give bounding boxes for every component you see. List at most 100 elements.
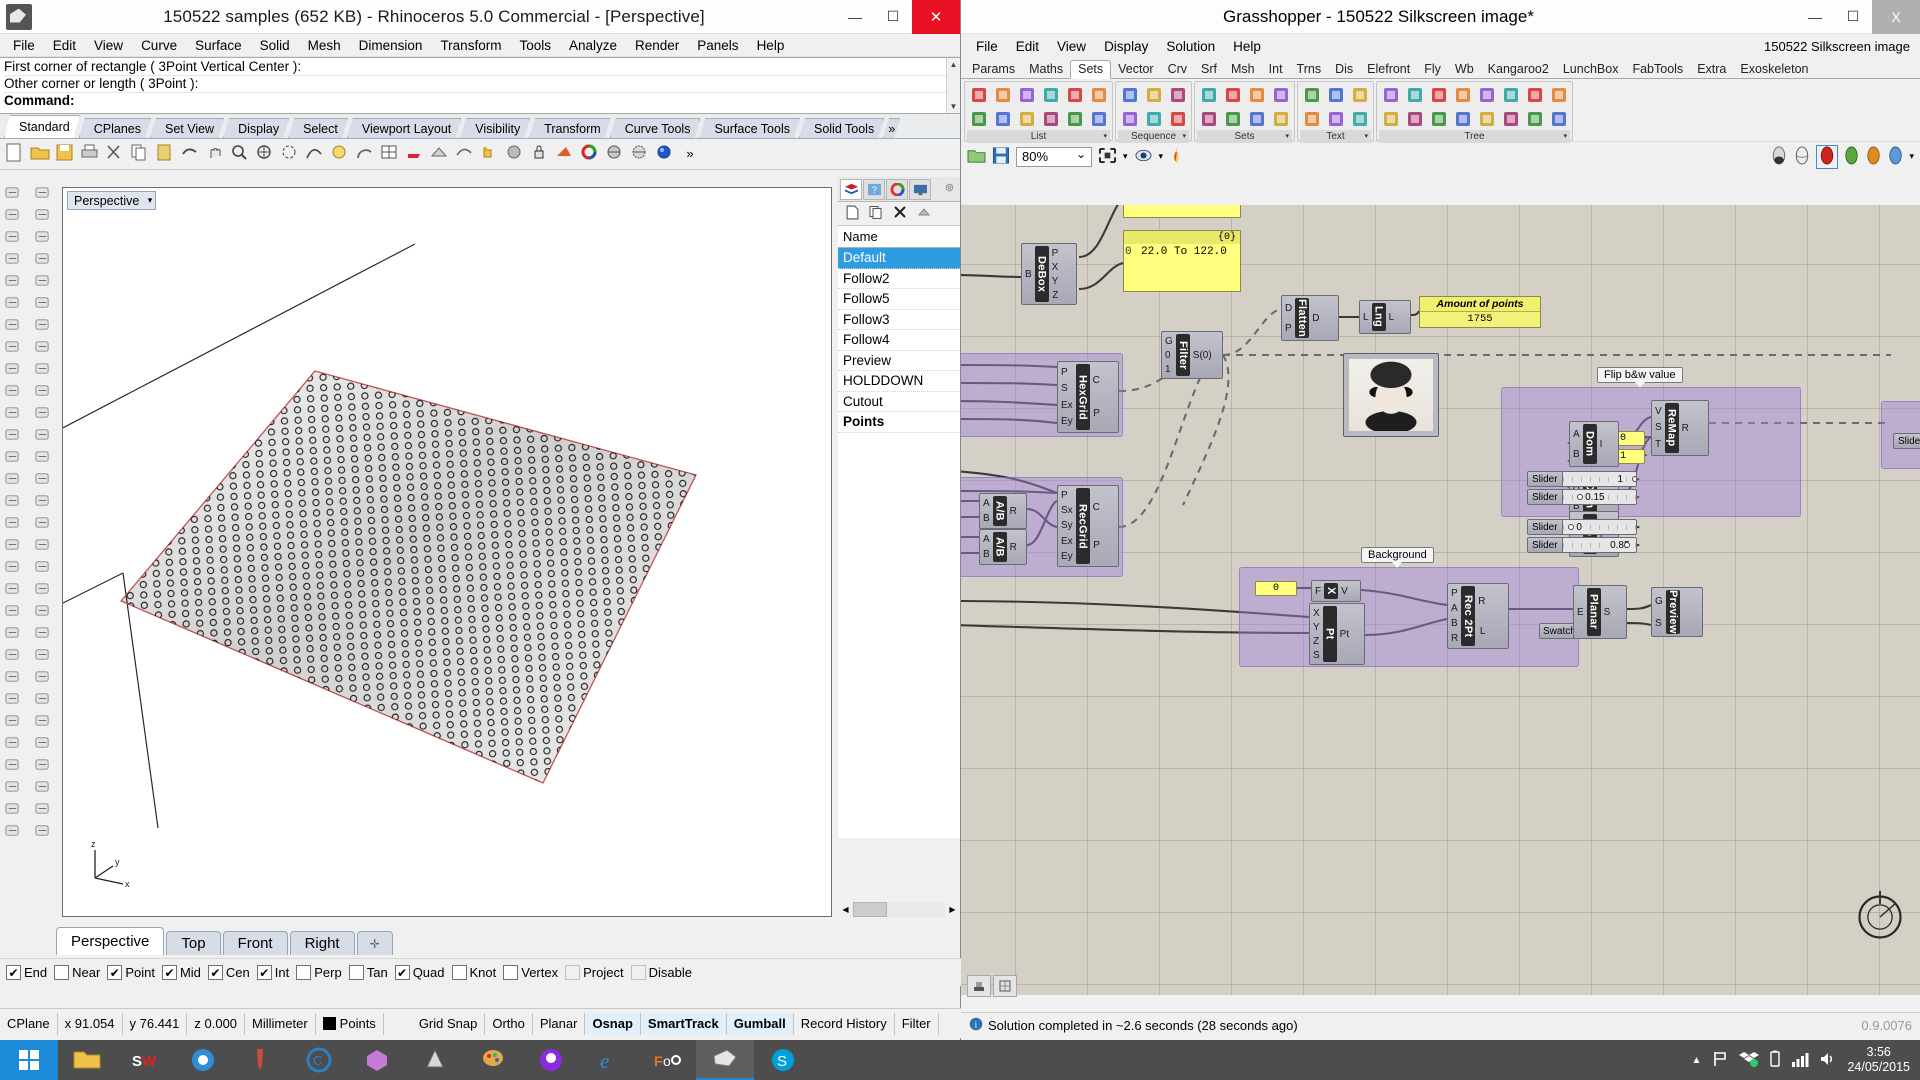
port-in-recgrid-p[interactable]: P xyxy=(1061,490,1068,501)
port-in-flatten-p[interactable]: P xyxy=(1285,323,1292,334)
viewport-tab-perspective[interactable]: Perspective xyxy=(56,927,164,955)
ribbon-sets-item-1-icon[interactable] xyxy=(1197,83,1220,106)
rhino-menu-view[interactable]: View xyxy=(85,36,132,55)
taskbar-skype-app[interactable]: S xyxy=(754,1040,812,1080)
rhino-menu-file[interactable]: File xyxy=(4,36,44,55)
export-icon[interactable] xyxy=(30,775,55,797)
port-in-pt-s[interactable]: S xyxy=(1313,650,1320,661)
polygon-icon[interactable] xyxy=(30,291,55,313)
gh-tab-wb[interactable]: Wb xyxy=(1448,61,1481,78)
rhino-menu-render[interactable]: Render xyxy=(626,36,688,55)
scale-icon[interactable] xyxy=(0,533,25,555)
layer-row-cutout[interactable]: Cutout xyxy=(838,392,960,413)
osnap-checkbox-knot[interactable] xyxy=(452,965,467,980)
port-in-remap-t[interactable]: T xyxy=(1655,439,1661,450)
taskbar-solidworks[interactable]: SW xyxy=(116,1040,174,1080)
taskbar-file-explorer[interactable] xyxy=(58,1040,116,1080)
port-in-recgrid-ex[interactable]: Ex xyxy=(1061,536,1073,547)
port-in-ab2-a[interactable]: A xyxy=(983,534,990,545)
cut-icon[interactable] xyxy=(103,142,127,166)
osnap-checkbox-end[interactable]: ✔ xyxy=(6,965,21,980)
port-out-remap-r[interactable]: R xyxy=(1682,423,1689,434)
osnap-checkbox-int[interactable]: ✔ xyxy=(257,965,272,980)
port-in-filter-g[interactable]: G xyxy=(1165,336,1173,347)
widget-icon[interactable] xyxy=(967,975,991,997)
layer-row-follow3[interactable]: Follow3 xyxy=(838,310,960,331)
sphere-icon[interactable] xyxy=(503,142,527,166)
macro-icon[interactable] xyxy=(30,797,55,819)
rhino-toolbar-overflow[interactable]: » xyxy=(883,118,900,138)
new-file-icon[interactable] xyxy=(3,142,27,166)
gh-tab-srf[interactable]: Srf xyxy=(1194,61,1224,78)
osnap-checkbox-perp[interactable] xyxy=(296,965,311,980)
ribbon-tree-item-2-icon[interactable] xyxy=(1379,107,1402,130)
port-in-pt-x[interactable]: X xyxy=(1313,608,1320,619)
gh-menu-edit[interactable]: Edit xyxy=(1007,39,1048,54)
open-file-icon[interactable] xyxy=(967,147,986,167)
sweep-icon[interactable] xyxy=(0,357,25,379)
deviation-icon[interactable] xyxy=(30,731,55,753)
dimension-icon[interactable] xyxy=(0,577,25,599)
pan-icon[interactable] xyxy=(203,142,227,166)
status-toggle-smarttrack[interactable]: SmartTrack xyxy=(641,1013,727,1035)
port-out-debox-y[interactable]: Y xyxy=(1052,276,1059,287)
gh-tab-lunchbox[interactable]: LunchBox xyxy=(1556,61,1626,78)
osnap-disable[interactable]: Disable xyxy=(631,965,692,980)
port-in-hexgrid-ey[interactable]: Ey xyxy=(1061,416,1073,427)
osnap-checkbox-near[interactable] xyxy=(54,965,69,980)
component-expr[interactable]: FXV xyxy=(1311,580,1361,602)
viewport-tab-right[interactable]: Right xyxy=(290,931,355,955)
gh-menu-help[interactable]: Help xyxy=(1224,39,1270,54)
ribbon-tree-item-10-icon[interactable] xyxy=(1475,107,1498,130)
component-flatten[interactable]: DPFlattenD xyxy=(1281,295,1339,341)
component-remap[interactable]: VSTReMapR xyxy=(1651,400,1709,456)
port-in-preview-s[interactable]: S xyxy=(1655,618,1662,629)
ribbon-tree-item-1-icon[interactable] xyxy=(1379,83,1402,106)
boolean-diff-icon[interactable] xyxy=(30,423,55,445)
volume-icon[interactable] xyxy=(1819,1050,1837,1071)
layer-horizontal-scrollbar[interactable]: ◀ ▶ xyxy=(838,899,960,919)
ribbon-tree-item-15-icon[interactable] xyxy=(1547,83,1570,106)
ribbon-sequence-item-2-icon[interactable] xyxy=(1118,107,1141,130)
rhino-menu-solid[interactable]: Solid xyxy=(251,36,299,55)
panel-domain-2[interactable]: {0} 22.0 To 122.0 xyxy=(1123,230,1241,292)
port-out-debox-z[interactable]: Z xyxy=(1052,290,1058,301)
paste-icon[interactable] xyxy=(153,142,177,166)
osnap-checkbox-vertex[interactable] xyxy=(503,965,518,980)
new-layer-icon[interactable] xyxy=(846,205,859,223)
gh-tab-fabtools[interactable]: FabTools xyxy=(1625,61,1690,78)
gh-tab-int[interactable]: Int xyxy=(1262,61,1290,78)
ellipse-icon[interactable] xyxy=(30,269,55,291)
ribbon-text-item-3-icon[interactable] xyxy=(1324,83,1347,106)
status-toggle-osnap[interactable]: Osnap xyxy=(585,1013,640,1035)
port-in-dom1-b[interactable]: B xyxy=(1573,449,1580,460)
component-pt[interactable]: XYZSPtPt xyxy=(1309,603,1365,665)
gh-maximize-button[interactable]: ☐ xyxy=(1834,0,1872,34)
slider-s2[interactable]: Slider0.15 xyxy=(1527,489,1637,505)
layer-row-default[interactable]: Default xyxy=(838,248,960,269)
port-in-ab1-a[interactable]: A xyxy=(983,498,990,509)
layer-row-preview[interactable]: Preview xyxy=(838,351,960,372)
viewport-tab-add[interactable]: ✛ xyxy=(357,931,393,955)
osnap-perp[interactable]: Perp xyxy=(296,965,341,980)
scroll-up-icon[interactable]: ▲ xyxy=(947,58,960,71)
rhino-toolbar-tab-curve-tools[interactable]: Curve Tools xyxy=(610,118,701,138)
viewport-tab-front[interactable]: Front xyxy=(223,931,288,955)
ribbon-list-item-10-icon[interactable] xyxy=(1063,107,1086,130)
component-recgrid[interactable]: PSxSyExEyRecGridCP xyxy=(1057,485,1119,567)
ribbon-tree-item-14-icon[interactable] xyxy=(1523,107,1546,130)
sphere-icon[interactable] xyxy=(30,379,55,401)
port-in-remap-v[interactable]: V xyxy=(1655,406,1662,417)
rhino-menu-analyze[interactable]: Analyze xyxy=(560,36,626,55)
osnap-int[interactable]: ✔Int xyxy=(257,965,289,980)
offset-icon[interactable] xyxy=(0,467,25,489)
port-in-ab1-b[interactable]: B xyxy=(983,513,990,524)
port-in-ab2-b[interactable]: B xyxy=(983,549,990,560)
preview-off-icon[interactable] xyxy=(1816,145,1838,169)
mass-icon[interactable] xyxy=(30,709,55,731)
image-sampler-component[interactable] xyxy=(1343,353,1439,437)
port-out-dom1-i[interactable]: I xyxy=(1600,439,1603,450)
rhino-menu-help[interactable]: Help xyxy=(748,36,794,55)
orient-icon[interactable] xyxy=(30,555,55,577)
layer-row-follow2[interactable]: Follow2 xyxy=(838,269,960,290)
